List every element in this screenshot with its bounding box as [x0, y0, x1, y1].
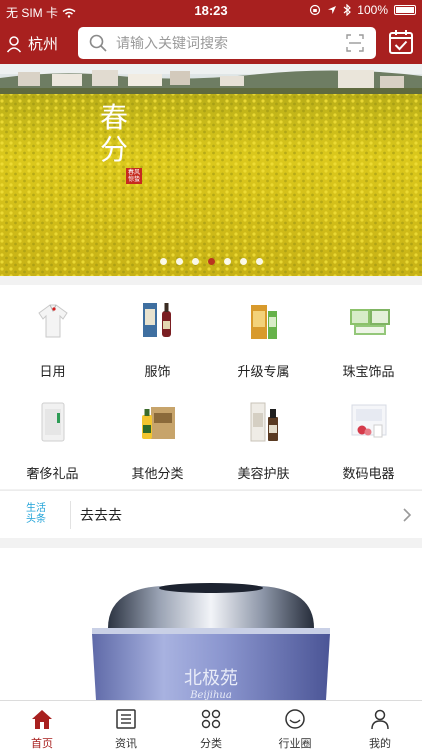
nav-bar: 杭州 请输入关键词搜索 [0, 22, 422, 64]
search-icon [89, 34, 107, 52]
banner-carousel[interactable]: 春 分 春风 惊蛰 [0, 64, 422, 276]
appliance-icon [41, 402, 65, 442]
smile-circle-icon [285, 709, 305, 729]
status-bar: 无 SIM 卡 18:23 100% [0, 0, 422, 22]
headline-logo: 生活 头条 [22, 503, 50, 525]
carousel-dot[interactable] [191, 258, 199, 265]
tab-label: 行业圈 [278, 737, 312, 750]
category-label: 美容护肤 [237, 467, 290, 482]
category-label: 奢侈礼品 [26, 467, 79, 482]
tab-industry[interactable]: 行业圈 [253, 701, 337, 750]
tab-label: 资讯 [115, 737, 137, 750]
tab-bar: 首页 资讯 分类 行业圈 我的 [0, 700, 422, 750]
calendar-check-icon[interactable] [388, 29, 414, 55]
cosmetics-box-icon [351, 404, 387, 438]
category-item-luxury[interactable]: 奢侈礼品 [0, 387, 105, 489]
app-screen: 无 SIM 卡 18:23 100% 杭州 请输入关键词搜索 春 分 春风 惊蛰… [0, 0, 422, 750]
packages-icon [350, 309, 390, 335]
location-icon [328, 6, 337, 14]
rapeseed-field-image [0, 64, 422, 276]
category-label: 日用 [39, 365, 66, 380]
carousel-dot[interactable] [159, 258, 167, 265]
tab-label: 首页 [31, 737, 53, 750]
tab-home[interactable]: 首页 [0, 701, 84, 750]
carousel-dot[interactable] [239, 258, 247, 265]
bottles-icon [143, 303, 171, 337]
scan-icon[interactable] [346, 34, 364, 52]
category-item-beauty[interactable]: 美容护肤 [211, 387, 316, 489]
news-icon [116, 709, 136, 729]
category-item-apparel[interactable]: 服饰 [105, 285, 210, 387]
category-item-jewelry[interactable]: 珠宝饰品 [316, 285, 421, 387]
category-item-other[interactable]: 其他分类 [105, 387, 210, 489]
category-label: 珠宝饰品 [342, 365, 395, 380]
tab-label: 分类 [200, 737, 222, 750]
tab-categories[interactable]: 分类 [169, 701, 253, 750]
search-input[interactable]: 请输入关键词搜索 [116, 33, 346, 53]
headline-strip[interactable]: 生活 头条 去去去 [0, 490, 422, 538]
category-label: 服饰 [144, 365, 171, 380]
category-label: 升级专属 [237, 365, 290, 380]
grid-icon [201, 709, 221, 729]
tab-news[interactable]: 资讯 [84, 701, 168, 750]
seal-stamp: 春风 惊蛰 [126, 168, 142, 184]
category-label: 其他分类 [131, 467, 184, 482]
tab-label: 我的 [369, 737, 391, 750]
shirt-icon [30, 297, 76, 343]
home-icon [32, 710, 52, 729]
carousel-dot[interactable] [207, 258, 215, 265]
banner-title-line2: 分 [99, 133, 128, 166]
product-banner[interactable]: 北极苑 Beijihua [0, 548, 422, 700]
headline-logo-line1: 生活 [26, 503, 46, 514]
battery-percent: 100% [357, 3, 388, 17]
battery-icon [394, 5, 416, 15]
cream-jar-image: 北极苑 Beijihua [92, 583, 330, 700]
carousel-dot[interactable] [175, 258, 183, 265]
bluetooth-icon [343, 4, 352, 16]
category-item-digital[interactable]: 数码电器 [316, 387, 421, 489]
tab-profile[interactable]: 我的 [338, 701, 422, 750]
status-right: 100% [309, 3, 416, 17]
divider [70, 501, 71, 529]
city-selector[interactable]: 杭州 [6, 33, 58, 54]
category-item-upgrade[interactable]: 升级专属 [211, 285, 316, 387]
search-bar[interactable]: 请输入关键词搜索 [78, 27, 376, 59]
city-label: 杭州 [28, 35, 59, 53]
headline-logo-line2: 头条 [26, 514, 46, 525]
location-pin-icon [6, 35, 22, 52]
category-grid: 日用 服饰 升级专属 珠宝饰品 奢侈礼品 其他分类 美容护肤 数码电器 [0, 285, 422, 489]
chevron-right-icon [403, 508, 412, 522]
serum-icon [250, 402, 278, 442]
carousel-dots [0, 258, 422, 265]
category-label: 数码电器 [342, 467, 395, 482]
headline-text[interactable]: 去去去 [80, 505, 122, 525]
carousel-dot[interactable] [223, 258, 231, 265]
carousel-dot[interactable] [255, 258, 263, 265]
gift-box-icon [251, 305, 277, 339]
header: 无 SIM 卡 18:23 100% 杭州 请输入关键词搜索 [0, 0, 422, 64]
banner-title-line1: 春 [99, 101, 128, 134]
oil-box-icon [142, 407, 175, 439]
banner-title: 春 分 [94, 102, 134, 166]
orientation-lock-icon [310, 4, 321, 16]
brand-latin: Beijihua [189, 690, 232, 700]
category-item-daily[interactable]: 日用 [0, 285, 105, 387]
user-icon [371, 709, 389, 730]
brand-text: 北极苑 [184, 668, 238, 689]
